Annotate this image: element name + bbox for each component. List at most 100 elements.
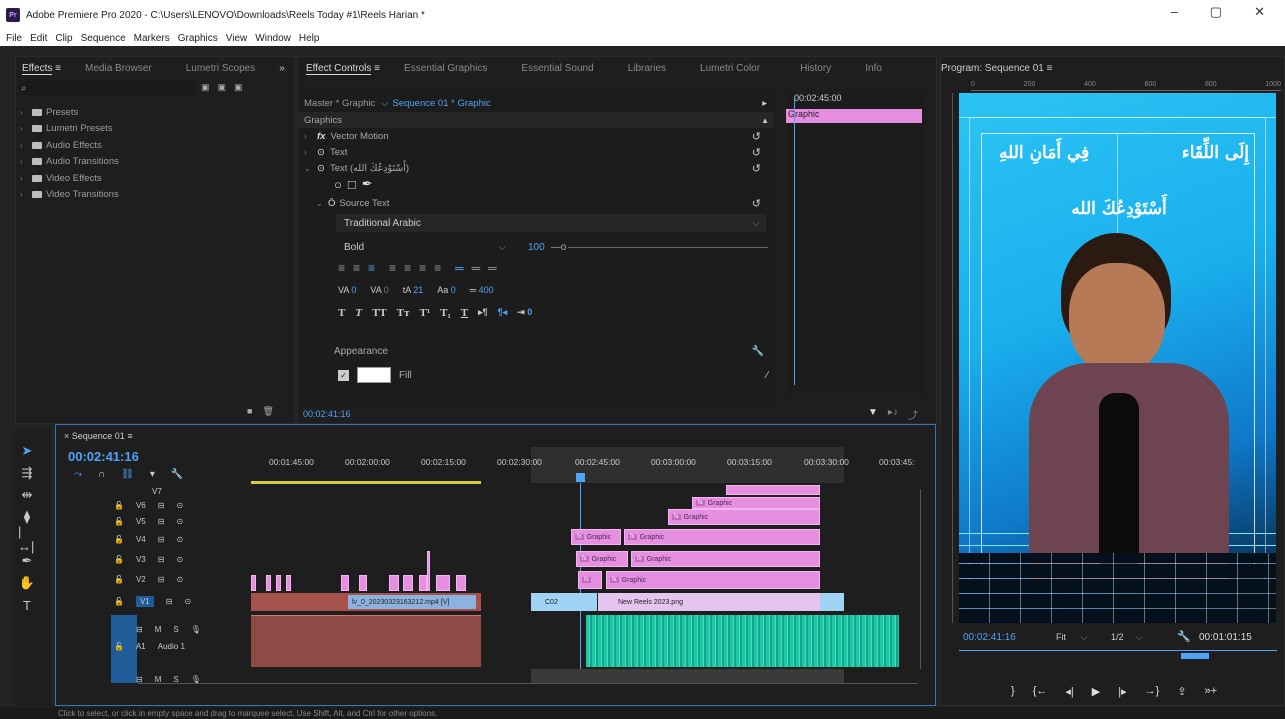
tab-essential-graphics[interactable]: Essential Graphics: [392, 63, 499, 74]
new-bin-icon[interactable]: ■: [247, 406, 252, 417]
lock-icon[interactable]: 🔓: [114, 555, 124, 564]
lift-icon[interactable]: ⇪: [1177, 685, 1186, 698]
graphic-clip[interactable]: [389, 575, 399, 591]
effects-item-lumetri-presets[interactable]: › Lumetri Presets: [16, 121, 286, 138]
tab-lumetri-scopes[interactable]: Lumetri Scopes: [164, 63, 267, 74]
graphic-clip-v2-b[interactable]: fx Graphic: [606, 571, 820, 589]
overlay-text-ila-liqa[interactable]: إِلَى اللِّقَاء: [1182, 143, 1249, 163]
play-icon[interactable]: ▸: [762, 98, 767, 109]
graphic-clip[interactable]: [359, 575, 367, 591]
align-middle-icon[interactable]: ═: [472, 261, 481, 275]
type-tool-icon[interactable]: T: [18, 596, 36, 614]
subscript-icon[interactable]: T₁: [440, 307, 451, 319]
eye-icon[interactable]: ⊙: [317, 147, 325, 158]
reset-icon[interactable]: ↺: [752, 130, 761, 143]
tab-media-browser[interactable]: Media Browser: [73, 63, 164, 74]
effects-search-input[interactable]: ⌕: [18, 81, 198, 95]
sync-lock-icon[interactable]: ⊟: [158, 517, 165, 526]
justify-right-icon[interactable]: ≡: [419, 261, 426, 275]
settings-wrench-icon[interactable]: 🔧: [1177, 630, 1191, 643]
go-to-in-icon[interactable]: {←: [1033, 685, 1048, 698]
fit-dropdown[interactable]: Fit ⌵: [1056, 632, 1087, 643]
slip-tool-icon[interactable]: |↔|: [18, 524, 36, 554]
reset-icon[interactable]: ↺: [752, 146, 761, 159]
effects-item-presets[interactable]: › Presets: [16, 104, 286, 121]
clip-c02-tail[interactable]: [569, 593, 597, 611]
eyedropper-icon[interactable]: ⁄: [766, 370, 768, 381]
ellipse-mask-icon[interactable]: ○: [334, 177, 342, 192]
graphic-clip-v6[interactable]: fx Graphic: [692, 497, 820, 509]
lock-icon[interactable]: 🔓: [114, 535, 124, 544]
tab-libraries[interactable]: Libraries: [606, 63, 678, 74]
kerning-field[interactable]: VA 0: [338, 285, 356, 295]
fill-checkbox[interactable]: ✓: [338, 369, 349, 381]
eye-icon[interactable]: ⊙: [317, 163, 325, 174]
stopwatch-icon[interactable]: Ö: [328, 198, 335, 209]
maximize-button[interactable]: ▢: [1210, 4, 1222, 20]
graphic-clip-v7[interactable]: [726, 485, 820, 495]
mark-out-icon[interactable]: }: [1011, 685, 1015, 698]
text-layer-arabic-label[interactable]: Text (أَسْتَوْدِعُكَ الله): [330, 163, 409, 174]
minimize-button[interactable]: –: [1171, 4, 1178, 20]
small-caps-icon[interactable]: Tт: [397, 307, 410, 319]
clip-tail-v1[interactable]: [820, 593, 844, 611]
delete-icon[interactable]: 🗑: [262, 406, 273, 417]
add-marker-icon[interactable]: ▾: [150, 469, 155, 480]
align-top-icon[interactable]: ═: [455, 261, 464, 275]
baseline-field[interactable]: Aa 0: [437, 285, 456, 295]
tracking-field[interactable]: VA 0: [370, 285, 388, 295]
graphic-clip-v4-a[interactable]: fx Graphic: [571, 529, 621, 545]
reset-icon[interactable]: ↺: [752, 162, 761, 175]
menu-file[interactable]: File: [6, 33, 22, 44]
eye-icon[interactable]: ⊙: [176, 575, 183, 584]
menu-markers[interactable]: Markers: [134, 33, 170, 44]
lock-icon[interactable]: 🔓: [114, 517, 124, 526]
go-to-out-icon[interactable]: →}: [1145, 685, 1160, 698]
justify-center-icon[interactable]: ≡: [404, 261, 411, 275]
align-center-icon[interactable]: ≡: [353, 261, 360, 275]
program-timecode[interactable]: 00:02:41:16: [963, 632, 1016, 643]
sync-lock-icon[interactable]: ⊟: [158, 535, 165, 544]
voiceover-mic-icon[interactable]: 🎙: [191, 625, 201, 634]
eye-icon[interactable]: ⊙: [176, 555, 183, 564]
graphic-clip[interactable]: [427, 551, 430, 591]
superscript-icon[interactable]: T¹: [420, 307, 431, 319]
vector-motion-label[interactable]: Vector Motion: [330, 131, 388, 142]
align-bottom-icon[interactable]: ═: [488, 261, 497, 275]
text-layer-label[interactable]: Text: [330, 147, 347, 158]
video-preview[interactable]: إِلَى اللِّقَاء فِي أَمَانِ اللهِ أَسْتَ…: [959, 93, 1276, 623]
graphic-clip[interactable]: [403, 575, 413, 591]
faux-italic-icon[interactable]: T: [355, 307, 362, 319]
program-scrubber[interactable]: [959, 650, 1277, 658]
nest-icon[interactable]: ⤳: [74, 469, 82, 480]
playhead-marker[interactable]: [576, 473, 585, 482]
sync-lock-icon[interactable]: ⊟: [166, 597, 173, 606]
menu-graphics[interactable]: Graphics: [178, 33, 218, 44]
graphic-clip[interactable]: [266, 575, 271, 591]
graphic-clip[interactable]: [286, 575, 291, 591]
tab-width-field[interactable]: ⇥ 0: [517, 307, 532, 319]
tsume-field[interactable]: ═ 400: [470, 285, 494, 295]
menu-view[interactable]: View: [226, 33, 248, 44]
timeline-scrollbar[interactable]: [138, 683, 918, 691]
ec-current-timecode[interactable]: 00:02:41:16: [303, 409, 351, 419]
eye-icon[interactable]: ⊙: [176, 501, 183, 510]
tab-info[interactable]: Info: [843, 63, 894, 74]
reset-icon[interactable]: ↺: [752, 197, 761, 210]
pen-tool-icon[interactable]: ✒: [18, 552, 36, 570]
graphic-clip[interactable]: [251, 575, 256, 591]
font-family-dropdown[interactable]: Traditional Arabic ⌵: [336, 214, 766, 232]
font-style-dropdown[interactable]: Bold ⌵: [336, 239, 506, 255]
master-clip-label[interactable]: Master * Graphic: [304, 98, 375, 109]
tab-essential-sound[interactable]: Essential Sound: [499, 63, 605, 74]
step-forward-icon[interactable]: |▸: [1118, 685, 1126, 698]
effects-item-audio-transitions[interactable]: › Audio Transitions: [16, 154, 286, 171]
audio-waveform-clip[interactable]: [586, 615, 899, 667]
sync-lock-icon[interactable]: ⊟: [158, 555, 165, 564]
justify-left-icon[interactable]: ≡: [389, 261, 396, 275]
font-size-slider[interactable]: 100 —o: [528, 239, 768, 255]
audio-track-name[interactable]: Audio 1: [158, 642, 185, 651]
graphic-clip[interactable]: [436, 575, 450, 591]
32bit-effects-icon[interactable]: ▣: [218, 82, 227, 93]
panel-overflow-icon[interactable]: »: [267, 63, 297, 74]
